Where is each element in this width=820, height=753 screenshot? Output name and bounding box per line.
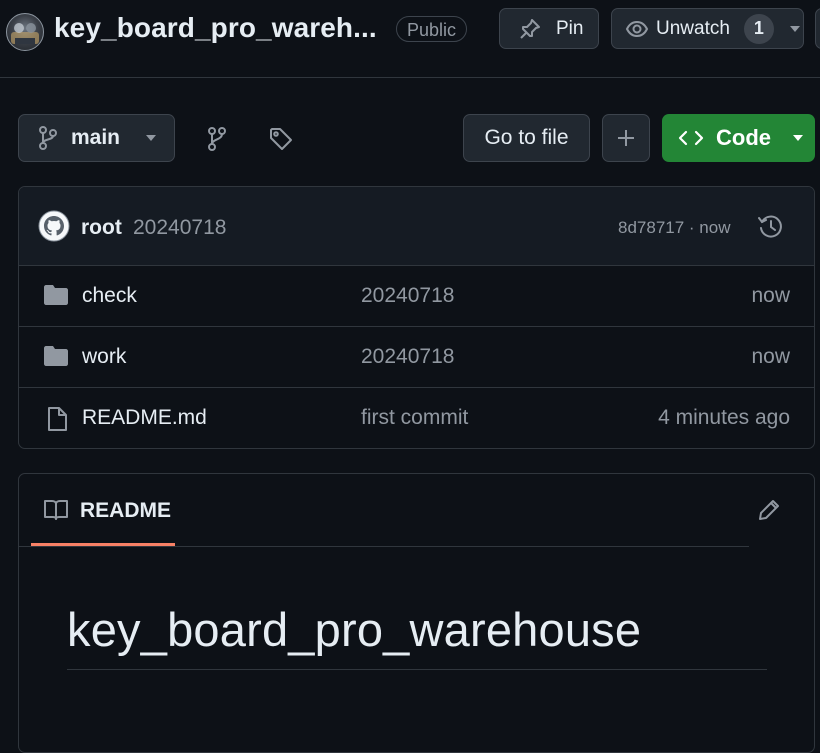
readme-tabbar: README: [19, 474, 749, 547]
unwatch-label: Unwatch: [656, 17, 730, 39]
file-row[interactable]: README.md first commit 4 minutes ago: [19, 388, 814, 448]
avatar-image: [11, 23, 39, 44]
branch-icon: [37, 125, 59, 151]
file-browser: root 20240718 8d78717 · now check 202407…: [18, 186, 815, 449]
readme-tab[interactable]: README: [31, 474, 175, 546]
book-icon: [43, 498, 69, 522]
tag-icon: [268, 126, 294, 152]
commit-author[interactable]: root: [81, 216, 122, 240]
branch-icon: [206, 126, 228, 152]
unwatch-button[interactable]: Unwatch 1: [611, 8, 804, 49]
branch-name: main: [71, 126, 121, 149]
branch-selector[interactable]: main: [18, 114, 175, 162]
branches-link[interactable]: [206, 126, 228, 152]
add-file-button[interactable]: [602, 114, 650, 162]
latest-commit-bar: root 20240718 8d78717 · now: [19, 187, 814, 266]
overflow-button[interactable]: [815, 8, 820, 49]
go-to-file-button[interactable]: Go to file: [463, 114, 590, 162]
folder-icon: [43, 284, 69, 306]
file-name[interactable]: README.md: [82, 406, 207, 430]
repo-name[interactable]: key_board_pro_wareh...: [54, 12, 377, 44]
readme-tab-label: README: [80, 499, 172, 522]
pin-label: Pin: [556, 17, 584, 39]
code-button[interactable]: Code: [662, 114, 815, 162]
chevron-down-icon[interactable]: [788, 24, 802, 34]
file-row[interactable]: work 20240718 now: [19, 327, 814, 388]
pin-icon: [518, 17, 542, 41]
owner-avatar[interactable]: [6, 13, 44, 51]
file-commit-time: now: [751, 284, 790, 307]
pencil-icon[interactable]: [757, 498, 781, 522]
file-commit-message[interactable]: 20240718: [361, 345, 454, 369]
heading-divider: [67, 669, 767, 670]
file-commit-message[interactable]: first commit: [361, 406, 468, 430]
readme-heading: key_board_pro_warehouse: [67, 603, 642, 656]
chevron-down-icon: [791, 133, 805, 143]
repo-header: key_board_pro_wareh... Public Pin Unwatc…: [0, 0, 820, 78]
pin-button[interactable]: Pin: [499, 8, 599, 49]
file-name[interactable]: work: [82, 345, 126, 369]
file-commit-time: now: [751, 345, 790, 368]
file-name[interactable]: check: [82, 284, 137, 308]
eye-icon: [625, 17, 649, 41]
plus-icon: [616, 128, 636, 148]
github-avatar-icon[interactable]: [38, 210, 70, 242]
code-label: Code: [716, 125, 771, 150]
folder-icon: [43, 345, 69, 367]
watch-count: 1: [743, 13, 774, 44]
tags-link[interactable]: [268, 126, 294, 152]
file-commit-message[interactable]: 20240718: [361, 284, 454, 308]
commit-message[interactable]: 20240718: [133, 216, 226, 240]
code-icon: [678, 128, 704, 148]
history-icon[interactable]: [757, 213, 785, 241]
file-icon: [46, 406, 68, 432]
readme-panel: README key_board_pro_warehouse: [18, 473, 815, 753]
commit-hash-time[interactable]: 8d78717 · now: [618, 218, 730, 238]
visibility-badge: Public: [396, 16, 468, 42]
chevron-down-icon: [144, 133, 158, 143]
file-row[interactable]: check 20240718 now: [19, 266, 814, 327]
file-commit-time: 4 minutes ago: [658, 406, 790, 429]
